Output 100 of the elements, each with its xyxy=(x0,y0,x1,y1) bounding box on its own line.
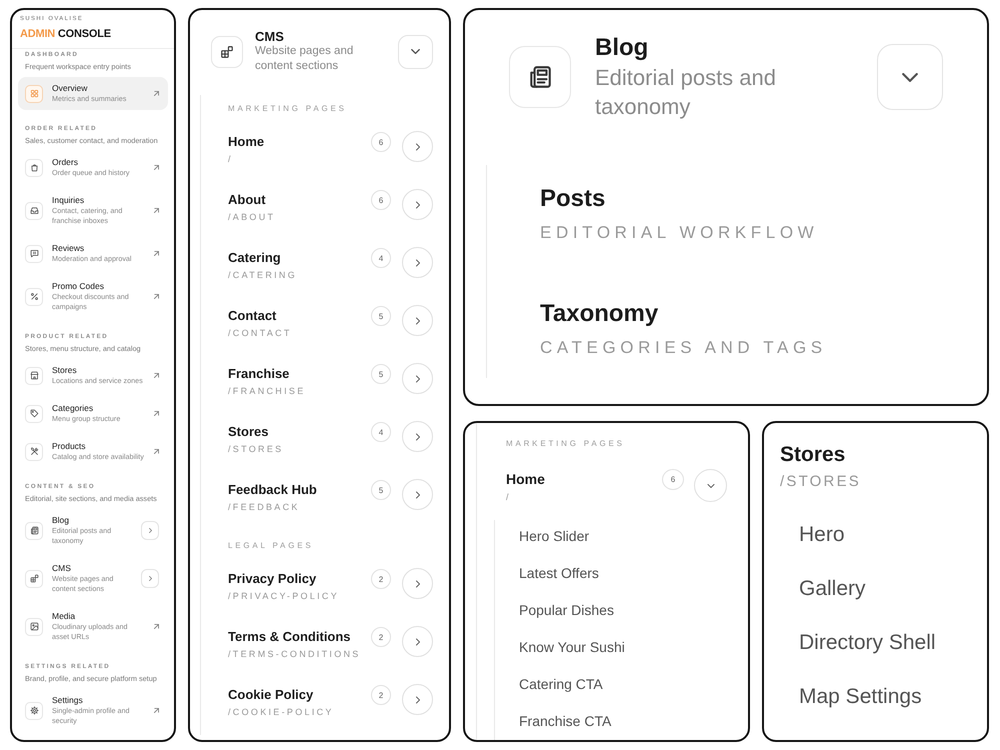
settings-icon xyxy=(25,702,43,720)
section-link[interactable]: Latest Offers xyxy=(519,565,599,581)
section-link[interactable]: Catering CTA xyxy=(519,676,603,692)
count-badge: 6 xyxy=(662,469,684,490)
expand-button[interactable] xyxy=(402,305,433,336)
shopping-bag-icon xyxy=(25,158,43,176)
console-title: ADMIN CONSOLE xyxy=(20,27,112,41)
page-title: Terms & Conditions xyxy=(228,629,352,645)
collapse-button[interactable] xyxy=(398,34,433,68)
page-path: /CONTACT xyxy=(228,327,293,339)
group-heading: MARKETING PAGES xyxy=(228,104,348,114)
section-link[interactable]: Franchise CTA xyxy=(519,713,612,729)
page-path: /FEEDBACK xyxy=(228,501,301,513)
count-badge: 5 xyxy=(371,480,391,500)
chat-icon xyxy=(25,244,43,262)
section-link[interactable]: Gallery xyxy=(799,576,866,602)
section-link[interactable]: Know Your Sushi xyxy=(519,639,625,655)
chevron-right-icon xyxy=(148,576,152,581)
page-path: /FRANCHISE xyxy=(228,385,307,397)
count-badge: 6 xyxy=(371,190,391,210)
arrow-up-right-icon xyxy=(154,251,159,256)
group-heading: MARKETING PAGES xyxy=(505,439,626,449)
count-badge: 2 xyxy=(371,569,391,589)
grid-icon xyxy=(25,84,43,102)
chevron-right-icon xyxy=(416,638,420,646)
page-path: /PRIVACY-POLICY xyxy=(228,590,340,602)
chevron-right-icon xyxy=(416,432,420,440)
collapse-button[interactable] xyxy=(694,469,727,502)
newspaper-icon xyxy=(509,46,571,108)
arrow-up-right-icon xyxy=(154,373,159,378)
section-link[interactable]: Hero xyxy=(799,522,845,548)
chevron-right-icon xyxy=(416,142,420,150)
percent-icon xyxy=(25,288,43,306)
page-path: /TERMS-CONDITIONS xyxy=(228,648,362,660)
expand-button[interactable] xyxy=(402,189,433,220)
chevron-right-icon xyxy=(416,374,420,382)
count-badge: 2 xyxy=(371,685,391,705)
subnav-item[interactable]: Taxonomy CATEGORIES AND TAGS xyxy=(540,299,827,359)
expand-button[interactable] xyxy=(402,684,433,715)
section-link[interactable]: Hero Slider xyxy=(519,528,590,544)
chevron-down-icon xyxy=(411,49,420,54)
image-icon xyxy=(25,618,43,636)
newspaper-icon xyxy=(25,522,43,540)
page-path: /STORES xyxy=(780,472,861,492)
count-badge: 5 xyxy=(371,364,391,384)
page-path: /STORES xyxy=(228,443,284,455)
expand-button[interactable] xyxy=(141,569,159,588)
arrow-up-right-icon xyxy=(154,294,159,299)
arrow-up-right-icon xyxy=(154,411,159,416)
expand-button[interactable] xyxy=(141,521,159,540)
count-badge: 4 xyxy=(371,248,391,268)
count-badge: 6 xyxy=(371,132,391,152)
chevron-right-icon xyxy=(416,490,420,498)
count-badge: 5 xyxy=(371,306,391,326)
page-title: Franchise xyxy=(228,366,290,382)
page-title: Catering xyxy=(228,250,282,266)
group-heading: LEGAL PAGES xyxy=(228,541,314,551)
arrow-up-right-icon xyxy=(154,708,159,713)
page-title: Home xyxy=(228,134,266,150)
chevron-right-icon xyxy=(416,696,420,704)
subnav-item[interactable]: Posts EDITORIAL WORKFLOW xyxy=(540,184,818,244)
page-title: Privacy Policy xyxy=(228,571,318,587)
utensils-icon xyxy=(25,442,43,460)
panel-description: Editorial posts and taxonomy xyxy=(595,64,777,121)
section-link[interactable]: Popular Dishes xyxy=(519,602,614,618)
page-title: Stores xyxy=(228,424,270,440)
expand-button[interactable] xyxy=(402,131,433,162)
arrow-up-right-icon xyxy=(154,208,159,213)
page-title: Cookie Policy xyxy=(228,687,314,703)
section-link[interactable]: Directory Shell xyxy=(799,630,936,656)
expand-button[interactable] xyxy=(402,626,433,657)
page-title: About xyxy=(228,192,267,208)
count-badge: 2 xyxy=(371,627,391,647)
collapse-button[interactable] xyxy=(877,44,943,110)
page-title: Home xyxy=(506,471,546,487)
chevron-right-icon xyxy=(416,200,420,208)
chevron-right-icon xyxy=(416,580,420,588)
chevron-right-icon xyxy=(416,316,420,324)
blocks-icon xyxy=(211,36,243,68)
expand-button[interactable] xyxy=(402,421,433,452)
page-path: / xyxy=(228,153,234,165)
panel-description: Website pages and content sections xyxy=(255,44,354,74)
count-badge: 4 xyxy=(371,422,391,442)
expand-button[interactable] xyxy=(402,247,433,278)
storefront-icon xyxy=(25,366,43,384)
expand-button[interactable] xyxy=(402,363,433,394)
arrow-up-right-icon xyxy=(154,165,159,170)
arrow-up-right-icon xyxy=(154,449,159,454)
page-path: /ABOUT xyxy=(228,211,276,223)
chevron-down-icon xyxy=(902,72,918,82)
page-title: Feedback Hub xyxy=(228,482,318,498)
page-path: / xyxy=(506,491,512,503)
blocks-icon xyxy=(25,570,43,588)
arrow-up-right-icon xyxy=(154,91,159,96)
chevron-down-icon xyxy=(706,484,714,488)
page-title: Stores xyxy=(780,443,846,467)
section-link[interactable]: Map Settings xyxy=(799,684,922,710)
expand-button[interactable] xyxy=(402,568,433,599)
expand-button[interactable] xyxy=(402,479,433,510)
page-path: /COOKIE-POLICY xyxy=(228,706,335,718)
